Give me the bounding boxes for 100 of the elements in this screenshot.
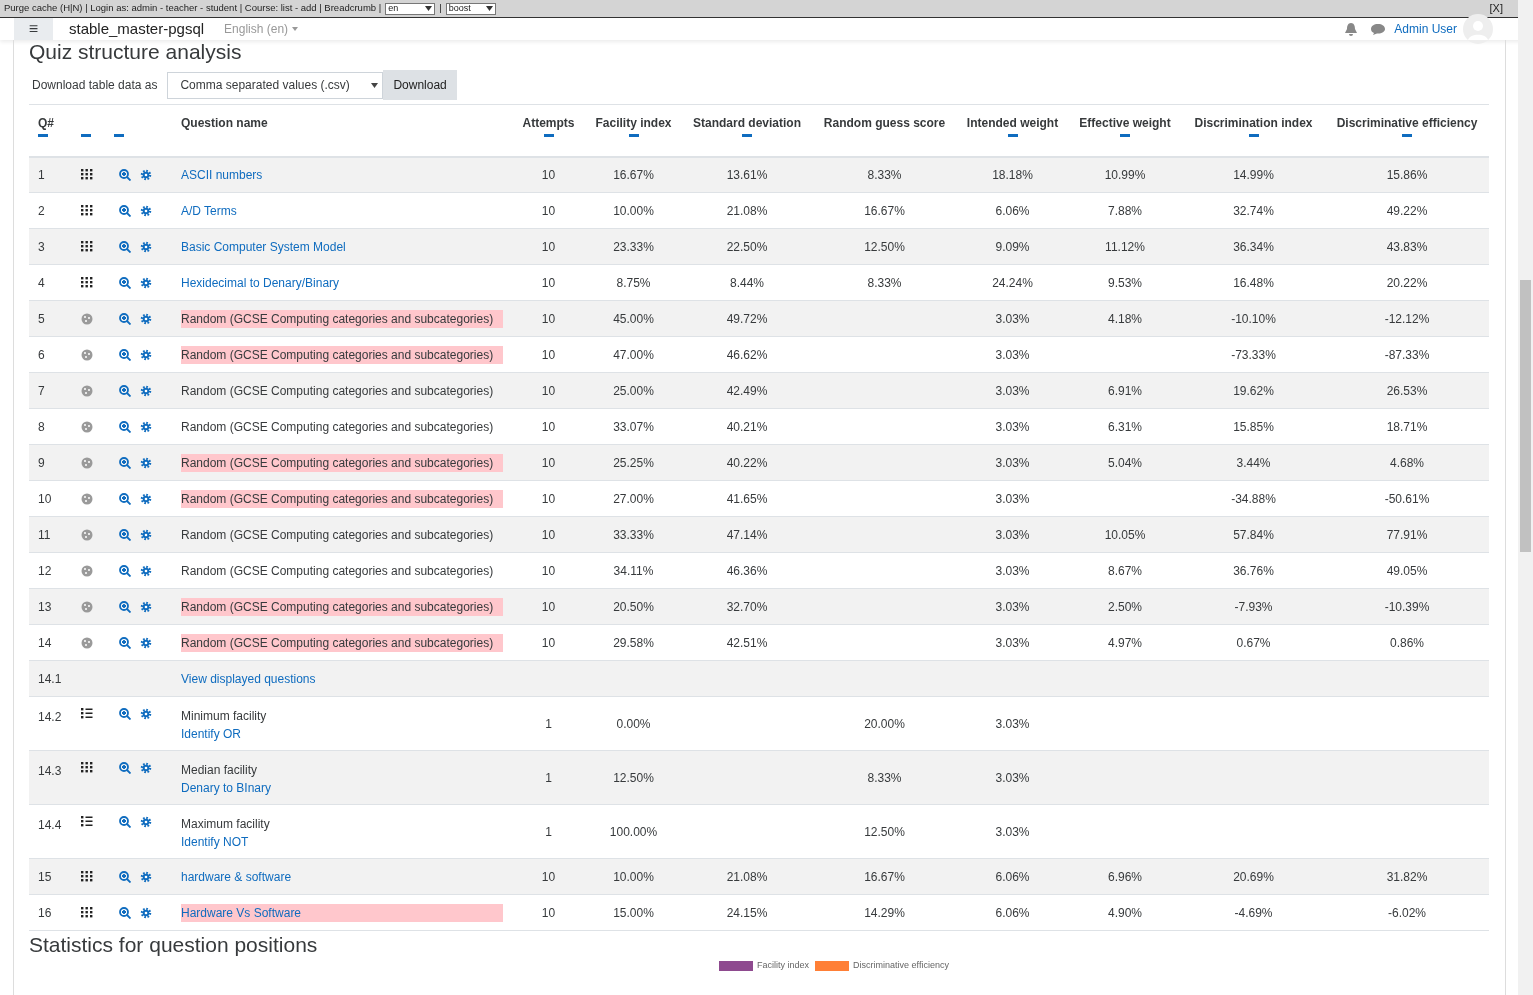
column-header[interactable]: Standard deviation bbox=[682, 115, 812, 131]
column-header[interactable]: Discriminative efficiency bbox=[1325, 115, 1489, 131]
zoom-in-icon bbox=[119, 312, 131, 325]
row-number: 9 bbox=[29, 444, 72, 481]
question-link[interactable]: Denary to BInary bbox=[181, 779, 512, 797]
sort-icon[interactable] bbox=[543, 134, 554, 137]
select-field[interactable]: boost bbox=[445, 2, 496, 15]
table-cell: 49.72% bbox=[726, 311, 768, 326]
zoom-in-icon bbox=[119, 906, 131, 919]
table-cell: -87.33% bbox=[1384, 347, 1430, 362]
row-number: 14.1 bbox=[29, 660, 72, 697]
question-name: Random (GCSE Computing categories and subcategories) bbox=[181, 382, 495, 400]
table-cell: 0.86% bbox=[1390, 635, 1424, 650]
table-cell: 1 bbox=[545, 716, 552, 731]
table-cell: 10.05% bbox=[1104, 527, 1146, 542]
table-cell: 10 bbox=[541, 347, 556, 362]
row-number: 2 bbox=[29, 192, 72, 229]
dice-icon bbox=[81, 600, 93, 613]
sort-icon[interactable] bbox=[628, 134, 639, 137]
table-cell: -7.93% bbox=[1234, 599, 1273, 614]
table-cell: 14.99% bbox=[1233, 167, 1274, 182]
question-name: Random (GCSE Computing categories and subcategories) bbox=[181, 453, 503, 472]
grid-icon bbox=[81, 871, 93, 882]
section-title: Statistics for question positions bbox=[29, 932, 319, 958]
zoom-in-icon bbox=[119, 816, 131, 828]
table-cell: 42.49% bbox=[726, 383, 768, 398]
table-cell: 25.00% bbox=[613, 383, 654, 398]
table-cell: 3.03% bbox=[995, 563, 1030, 578]
question-name: Random (GCSE Computing categories and subcategories) bbox=[181, 309, 503, 328]
table-cell: 6.06% bbox=[995, 905, 1030, 920]
zoom-in-icon bbox=[119, 240, 131, 253]
grid-icon bbox=[81, 762, 93, 773]
select-field[interactable]: en bbox=[385, 2, 436, 15]
sort-icon[interactable] bbox=[1248, 134, 1259, 137]
column-header[interactable]: Q# bbox=[38, 115, 72, 131]
column-header[interactable]: Question name bbox=[181, 115, 512, 131]
user-menu[interactable]: Admin User bbox=[1394, 20, 1457, 38]
settings-icon bbox=[140, 636, 152, 649]
question-link[interactable]: hardware & software bbox=[181, 867, 512, 886]
table-cell: 8.67% bbox=[1108, 563, 1142, 578]
settings-icon bbox=[140, 312, 152, 325]
sort-icon[interactable] bbox=[1007, 134, 1018, 137]
table-cell: -10.39% bbox=[1384, 599, 1430, 614]
table-cell: 6.06% bbox=[995, 203, 1030, 218]
row-number: 15 bbox=[29, 858, 72, 895]
zoom-in-icon bbox=[119, 168, 131, 181]
table-cell: 6.31% bbox=[1108, 419, 1142, 434]
row-number: 3 bbox=[29, 228, 72, 265]
table-cell: 10 bbox=[541, 491, 556, 506]
table-cell: 9.53% bbox=[1108, 275, 1142, 290]
download-button[interactable]: Download bbox=[383, 70, 457, 100]
dice-icon bbox=[81, 564, 93, 577]
separator-text: | bbox=[439, 1, 442, 16]
table-cell: 32.74% bbox=[1233, 203, 1274, 218]
question-link[interactable]: Basic Computer System Model bbox=[181, 237, 512, 256]
table-cell: 18.71% bbox=[1386, 419, 1428, 434]
table-cell: 3.03% bbox=[995, 824, 1030, 839]
question-name: Random (GCSE Computing categories and subcategories) bbox=[181, 597, 503, 616]
question-link[interactable]: Hardware Vs Software bbox=[181, 903, 503, 922]
row-number: 8 bbox=[29, 408, 72, 445]
settings-icon bbox=[140, 564, 152, 577]
question-link[interactable]: A/D Terms bbox=[181, 201, 512, 220]
table-cell: 40.22% bbox=[726, 455, 768, 470]
zoom-in-icon bbox=[119, 492, 131, 505]
table-cell: 12.50% bbox=[864, 239, 905, 254]
table-cell: 22.50% bbox=[726, 239, 768, 254]
settings-icon bbox=[140, 348, 152, 361]
column-header[interactable]: Intended weight bbox=[957, 115, 1068, 131]
question-link[interactable]: Identify OR bbox=[181, 725, 512, 743]
column-header[interactable]: Discrimination index bbox=[1182, 115, 1325, 131]
column-header[interactable]: Facility index bbox=[585, 115, 682, 131]
column-header[interactable]: Effective weight bbox=[1068, 115, 1182, 131]
table-cell: 10.00% bbox=[613, 203, 654, 218]
list-icon bbox=[81, 816, 93, 827]
site-name[interactable]: stable_master-pgsql bbox=[69, 17, 205, 41]
zoom-in-icon bbox=[119, 762, 131, 774]
settings-icon bbox=[140, 906, 152, 919]
menu-button[interactable]: ≡ bbox=[14, 18, 53, 40]
zoom-in-icon bbox=[119, 276, 131, 289]
table-cell: 3.44% bbox=[1236, 455, 1271, 470]
table-cell: 20.69% bbox=[1233, 869, 1274, 884]
question-link[interactable]: Identify NOT bbox=[181, 833, 512, 851]
zoom-in-icon bbox=[119, 600, 131, 613]
table-cell: 100.00% bbox=[609, 824, 658, 839]
settings-icon bbox=[140, 420, 152, 433]
zoom-in-icon bbox=[119, 870, 131, 883]
row-number: 12 bbox=[29, 552, 72, 589]
question-link[interactable]: View displayed questions bbox=[181, 669, 512, 688]
grid-icon bbox=[81, 205, 93, 216]
caret-icon bbox=[292, 27, 299, 31]
format-select[interactable]: Comma separated values (.csv) bbox=[167, 71, 384, 99]
close-link[interactable]: [X] bbox=[1489, 0, 1503, 17]
scrollbar[interactable] bbox=[1518, 0, 1533, 995]
question-link[interactable]: Hexidecimal to Denary/Binary bbox=[181, 273, 512, 292]
question-link[interactable]: ASCII numbers bbox=[181, 165, 512, 184]
column-header[interactable]: Attempts bbox=[512, 115, 585, 131]
column-header[interactable]: Random guess score bbox=[812, 115, 957, 131]
table-cell: 42.51% bbox=[726, 635, 768, 650]
grid-icon bbox=[81, 169, 93, 181]
question-name: Random (GCSE Computing categories and subcategories) bbox=[181, 345, 503, 364]
